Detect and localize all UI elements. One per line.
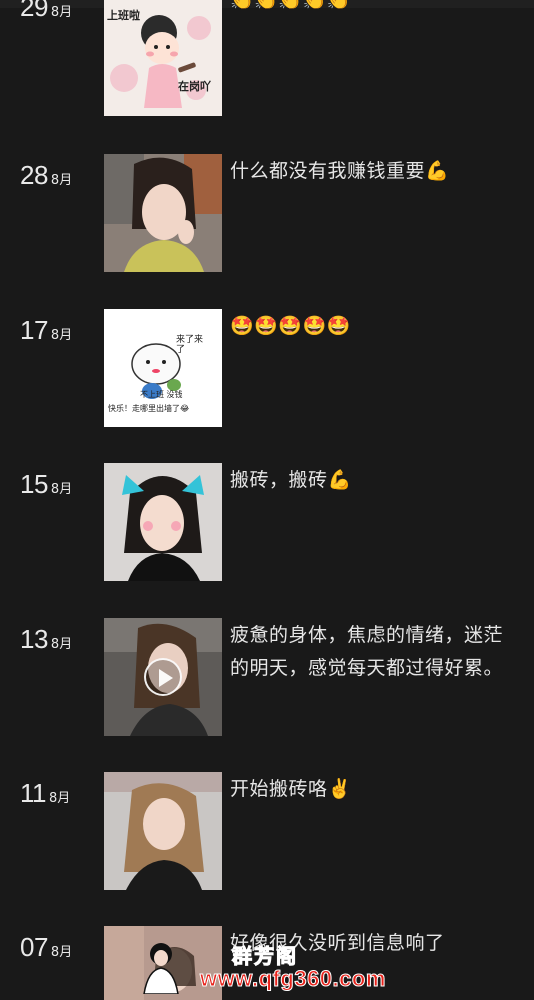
timeline-entry[interactable]: 15 8月 搬砖，搬砖💪 — [0, 463, 534, 581]
entry-date: 13 8月 — [20, 624, 72, 655]
date-month: 8月 — [50, 173, 73, 188]
post-caption: 疲惫的身体，焦虑的情绪，迷茫的明天，感觉每天都过得好累。 — [230, 619, 520, 685]
video-thumbnail[interactable] — [104, 618, 222, 736]
timeline-entry[interactable]: 28 8月 什么都没有我赚钱重要💪 — [0, 154, 534, 272]
post-thumbnail[interactable] — [104, 463, 222, 581]
entry-date: 29 8月 — [20, 0, 72, 23]
watermark-url: www.qfg360.com — [200, 966, 386, 992]
date-day: 13 — [20, 624, 48, 654]
post-caption: 开始搬砖咯✌️ — [230, 773, 520, 806]
muscle-emoji: 💪 — [327, 469, 352, 491]
victory-hand-emoji: ✌️ — [327, 778, 352, 800]
entry-date: 17 8月 — [20, 315, 72, 346]
date-day: 11 — [20, 778, 47, 808]
post-thumbnail[interactable]: 来了来了 不上班 没钱 快乐！走哪里出墙了😂 — [104, 309, 222, 427]
date-day: 17 — [20, 315, 48, 345]
timeline-entry[interactable]: 17 8月 来了来了 不上班 没钱 快乐！走哪里出墙了😂 🤩🤩🤩🤩🤩 — [0, 309, 534, 427]
selfie-photo — [104, 772, 222, 890]
entry-date: 15 8月 — [20, 469, 72, 500]
date-month: 8月 — [50, 637, 73, 652]
caption-text: 什么都没有我赚钱重要 — [230, 160, 426, 182]
clap-emoji: 👏👏👏👏👏 — [230, 0, 351, 11]
caption-text: 疲惫的身体，焦虑的情绪，迷茫的明天，感觉每天都过得好累。 — [230, 624, 504, 679]
post-thumbnail[interactable] — [104, 772, 222, 890]
entry-date: 11 8月 — [20, 778, 70, 809]
entry-date: 28 8月 — [20, 160, 72, 191]
date-day: 29 — [20, 0, 48, 22]
entry-date: 07 8月 — [20, 932, 72, 963]
thumb-text: 上班啦 — [107, 9, 140, 22]
thumb-text: 在岗吖 — [178, 80, 211, 93]
thumb-text: 来了来了 — [176, 335, 204, 355]
moments-timeline: 29 8月 上班啦 在岗吖 👏👏👏👏👏 28 8月 什么都没有我赚钱重要💪 17… — [0, 0, 534, 1000]
post-caption: 搬砖，搬砖💪 — [230, 464, 520, 497]
post-thumbnail[interactable] — [104, 154, 222, 272]
muscle-emoji: 💪 — [425, 160, 450, 182]
date-day: 28 — [20, 160, 48, 190]
play-icon[interactable] — [144, 658, 182, 696]
date-day: 07 — [20, 932, 48, 962]
post-caption: 什么都没有我赚钱重要💪 — [230, 155, 520, 188]
thumb-text: 不上班 没钱 — [140, 390, 183, 399]
post-caption: 🤩🤩🤩🤩🤩 — [230, 310, 520, 343]
star-eyes-emoji: 🤩🤩🤩🤩🤩 — [230, 315, 351, 337]
date-month: 8月 — [49, 791, 71, 806]
date-month: 8月 — [50, 945, 73, 960]
timeline-entry[interactable]: 29 8月 上班啦 在岗吖 👏👏👏👏👏 — [0, 0, 534, 116]
selfie-photo — [104, 154, 222, 272]
timeline-entry[interactable]: 11 8月 开始搬砖咯✌️ — [0, 772, 534, 890]
thumb-text: 快乐！走哪里出墙了😂 — [108, 404, 190, 413]
caption-text: 搬砖，搬砖 — [230, 469, 328, 491]
date-month: 8月 — [50, 482, 73, 497]
date-month: 8月 — [50, 5, 73, 20]
post-thumbnail[interactable]: 上班啦 在岗吖 — [104, 0, 222, 116]
watermark-brand: 群芳阁 — [232, 944, 298, 969]
site-watermark: 群芳阁 www.qfg360.com — [143, 940, 440, 996]
timeline-entry[interactable]: 13 8月 疲惫的身体，焦虑的情绪，迷茫的明天，感觉每天都过得好累。 — [0, 618, 534, 736]
post-caption: 👏👏👏👏👏 — [230, 0, 520, 17]
watermark-figure-icon — [143, 943, 179, 994]
cat-filter-selfie — [104, 463, 222, 581]
date-day: 15 — [20, 469, 48, 499]
caption-text: 开始搬砖咯 — [230, 778, 328, 800]
date-month: 8月 — [50, 328, 73, 343]
